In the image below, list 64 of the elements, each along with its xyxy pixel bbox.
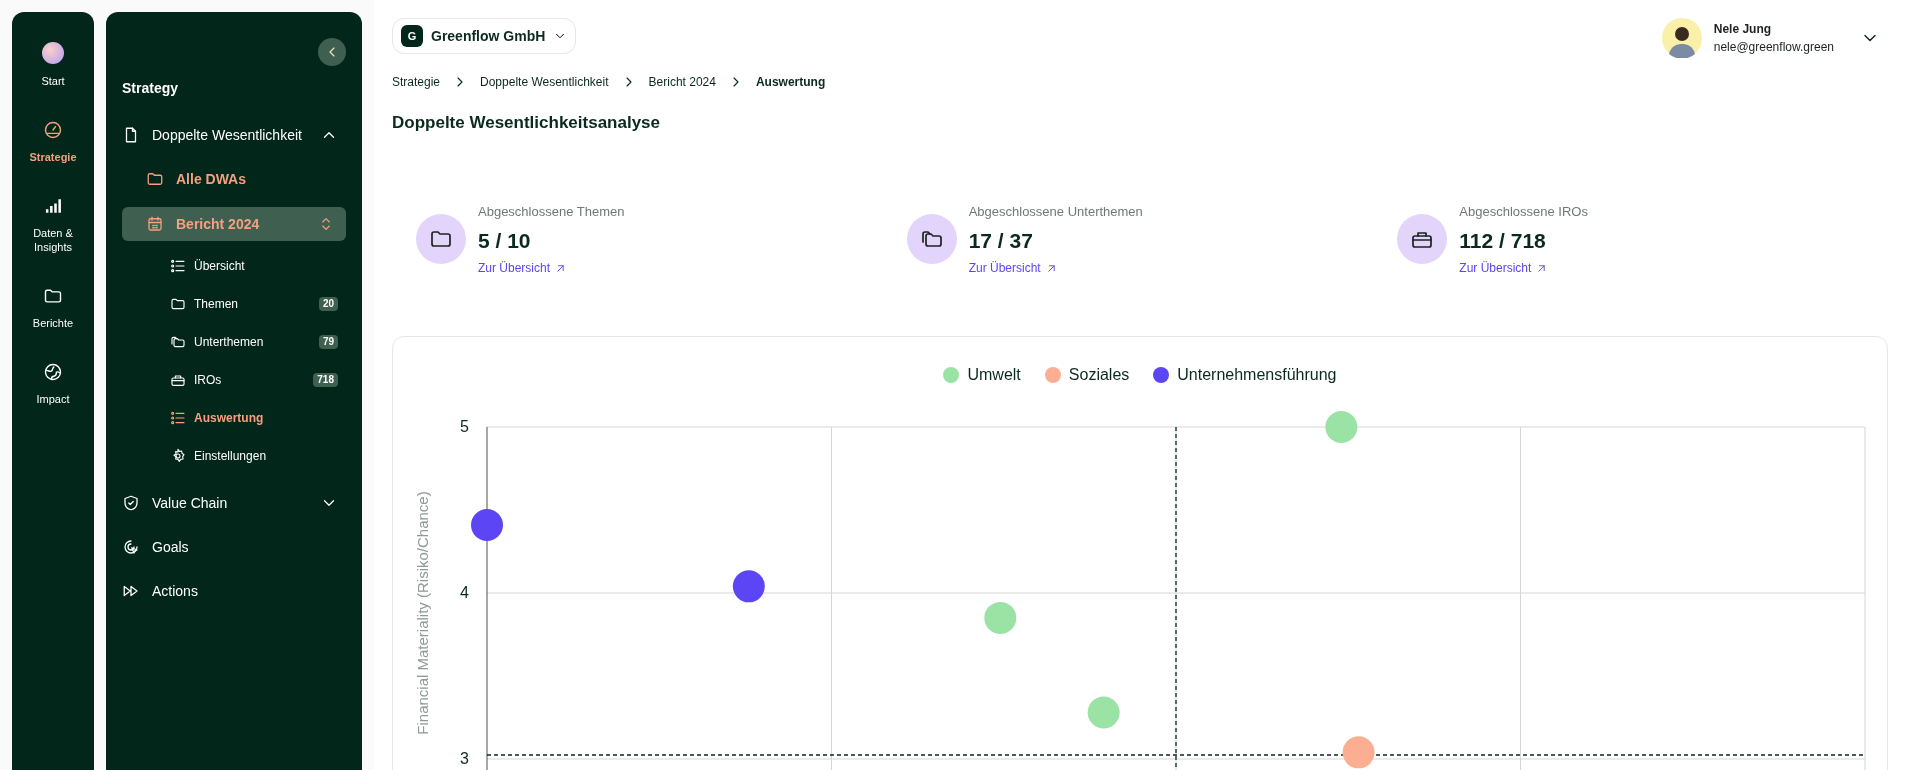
breadcrumb-link[interactable]: Doppelte Wesentlichkeit — [480, 73, 609, 91]
breadcrumb-link[interactable]: Strategie — [392, 73, 441, 91]
overview-link[interactable]: Zur Übersicht — [478, 259, 625, 277]
tick-label: 4 — [460, 584, 469, 601]
sidebar-item[interactable]: Goals — [122, 525, 346, 569]
company-logo: G — [401, 25, 423, 47]
sidebar-subitem[interactable]: Übersicht — [122, 247, 346, 285]
tick-label: 3 — [460, 750, 469, 767]
page-title: Doppelte Wesentlichkeitsanalyse — [392, 112, 661, 134]
bar-chart-icon — [43, 196, 63, 216]
orb-icon — [42, 42, 64, 64]
sidebar-subitem[interactable]: Themen 20 — [122, 285, 346, 323]
legend-label: Soziales — [1068, 365, 1130, 385]
sidebar-subitem[interactable]: IROs 718 — [122, 361, 346, 399]
count-badge: 20 — [318, 297, 338, 311]
rail-item[interactable]: Berichte — [18, 286, 88, 330]
stat-label: Abgeschlossene Unterthemen — [968, 202, 1143, 221]
folder-icon — [170, 296, 186, 312]
overview-link[interactable]: Zur Übersicht — [1459, 259, 1588, 277]
rail-item[interactable]: Daten & Insights — [18, 196, 88, 254]
sidebar-item[interactable]: Actions — [122, 569, 346, 613]
company-switcher[interactable]: G Greenflow GmbH — [392, 18, 577, 54]
count-badge: 79 — [318, 335, 338, 349]
user-name: Nele Jung — [1713, 21, 1773, 38]
globe-icon — [43, 362, 63, 382]
overview-link[interactable]: Zur Übersicht — [968, 259, 1143, 277]
count-badge: 718 — [313, 373, 338, 387]
tick-label: 5 — [460, 418, 469, 435]
gauge-icon — [43, 120, 63, 140]
sidebar-subitem[interactable]: Unterthemen 79 — [122, 323, 346, 361]
collapse-button[interactable] — [318, 38, 346, 66]
sidebar-link[interactable]: Alle DWAs — [122, 159, 346, 199]
axis-title: Financial Materiality (Risiko/Chance) — [414, 491, 431, 735]
calendar-icon — [146, 215, 164, 233]
rail-item[interactable]: Start — [18, 42, 88, 88]
list-icon — [170, 410, 186, 426]
stat-value: 17 / 37 — [968, 228, 1034, 254]
sidebar-subitem[interactable]: Auswertung — [122, 399, 346, 437]
stat-label: Abgeschlossene Themen — [478, 202, 625, 221]
avatar-icon — [1661, 18, 1702, 58]
legend-label: Unternehmensführung — [1177, 365, 1337, 385]
user-email: nele@greenflow.green — [1713, 39, 1834, 56]
sidebar-item[interactable]: Value Chain — [122, 481, 346, 525]
briefcase-icon — [170, 372, 186, 388]
breadcrumb-link[interactable]: Bericht 2024 — [648, 73, 716, 91]
stat-value: 112 / 718 — [1459, 228, 1547, 254]
legend-label: Umwelt — [967, 365, 1021, 385]
folder-icon — [146, 170, 164, 188]
stat-label: Abgeschlossene IROs — [1459, 202, 1588, 221]
shield-check-icon — [122, 494, 140, 512]
sidebar-heading: Strategy — [122, 79, 180, 98]
folder-icon — [43, 286, 63, 306]
sidebar-subitem[interactable]: Einstellungen — [122, 437, 346, 475]
target-cursor-icon — [122, 538, 140, 556]
sidebar-item[interactable]: Doppelte Wesentlichkeit — [122, 113, 346, 157]
data-point[interactable] — [732, 570, 765, 603]
data-point[interactable] — [471, 508, 503, 541]
folders-icon — [170, 334, 186, 350]
rail-item[interactable]: Impact — [18, 362, 88, 406]
settings-icon — [170, 448, 186, 464]
breadcrumb-link[interactable]: Auswertung — [755, 73, 826, 91]
list-icon — [170, 258, 186, 274]
stat-value: 5 / 10 — [478, 228, 532, 254]
rail-item[interactable]: Strategie — [18, 120, 88, 164]
